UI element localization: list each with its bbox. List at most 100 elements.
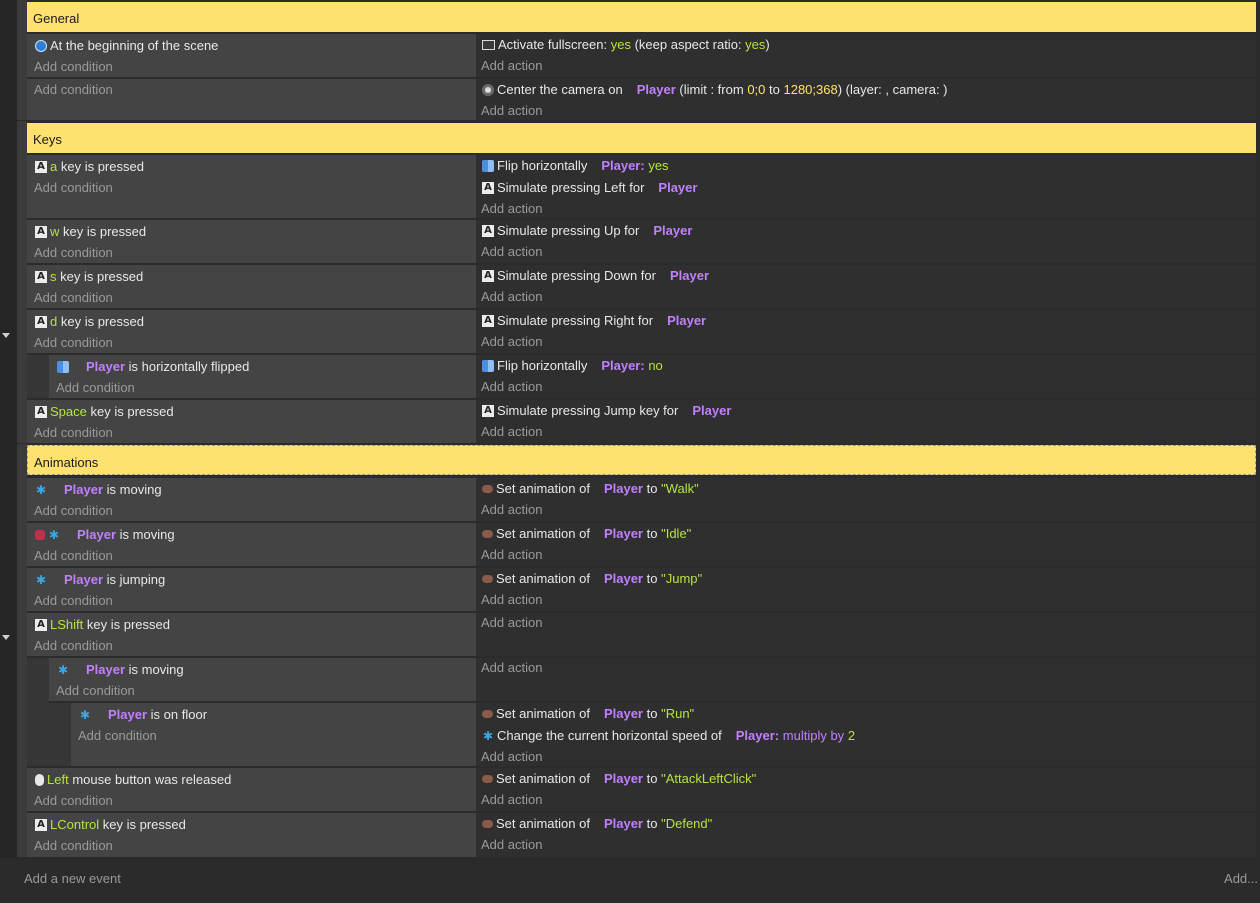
event-left-mouse[interactable]: Left mouse button was released Add condi… xyxy=(27,768,1256,811)
event-camera[interactable]: Add condition Center the camera on Player… xyxy=(27,79,1256,120)
actions-column: Add action xyxy=(476,613,1256,656)
add-action-link[interactable]: Add action xyxy=(481,103,542,119)
group-general[interactable]: General xyxy=(27,2,1256,32)
add-condition-link[interactable]: Add condition xyxy=(34,593,113,609)
add-action-link[interactable]: Add action xyxy=(481,660,542,676)
action-simulate-left[interactable]: A Simulate pressing Left for Player xyxy=(482,180,697,196)
action-simulate-down[interactable]: A Simulate pressing Down for Player xyxy=(482,268,709,284)
add-action-link[interactable]: Add action xyxy=(481,749,542,765)
conditions-column: ✱ Player is moving Add condition xyxy=(27,478,476,521)
action-simulate-right[interactable]: A Simulate pressing Right for Player xyxy=(482,313,706,329)
condition-key-s[interactable]: As key is pressed xyxy=(35,269,143,285)
event-key-lcontrol[interactable]: A LControl key is pressed Add condition S… xyxy=(27,813,1256,857)
action-set-animation[interactable]: Set animation of Player to "Defend" xyxy=(482,816,712,832)
group-strip xyxy=(17,121,27,443)
event-lshift-moving[interactable]: ✱ Player is moving Add condition Add acti… xyxy=(49,658,1256,701)
event-sheet-gutter xyxy=(0,0,17,858)
action-fullscreen[interactable]: Activate fullscreen: yes (keep aspect ra… xyxy=(482,37,770,53)
condition-moving[interactable]: ✱ Player is moving xyxy=(35,482,162,498)
actions-column: Set animation of Player to "AttackLeftCli… xyxy=(476,768,1256,811)
add-condition-link[interactable]: Add condition xyxy=(34,180,113,196)
action-flip[interactable]: Flip horizontally Player: yes xyxy=(482,158,669,174)
group-strip xyxy=(17,444,27,857)
add-new-event-link[interactable]: Add a new event xyxy=(24,871,121,886)
condition-key-w[interactable]: Aw key is pressed xyxy=(35,224,146,240)
add-condition-link[interactable]: Add condition xyxy=(34,548,113,564)
fold-arrow-icon[interactable] xyxy=(2,635,10,640)
condition-key-d[interactable]: Ad key is pressed xyxy=(35,314,144,330)
add-action-link[interactable]: Add action xyxy=(481,334,542,350)
condition-key-a[interactable]: Aa key is pressed xyxy=(35,159,144,175)
add-action-link[interactable]: Add action xyxy=(481,792,542,808)
event-key-a[interactable]: Aa key is pressed Add condition Flip hor… xyxy=(27,155,1256,218)
event-key-space[interactable]: A Space key is pressed Add condition A Sim… xyxy=(27,400,1256,443)
event-player-jumping[interactable]: ✱ Player is jumping Add condition Set ani… xyxy=(27,568,1256,611)
add-action-link[interactable]: Add action xyxy=(481,58,542,74)
event-key-s[interactable]: As key is pressed Add condition A Simulat… xyxy=(27,265,1256,308)
condition-key-space[interactable]: A Space key is pressed xyxy=(35,404,174,420)
event-key-d[interactable]: Ad key is pressed Add condition A Simulat… xyxy=(27,310,1256,353)
add-action-link[interactable]: Add action xyxy=(481,379,542,395)
action-set-animation[interactable]: Set animation of Player to "Run" xyxy=(482,706,694,722)
action-set-animation[interactable]: Set animation of Player to "Jump" xyxy=(482,571,702,587)
add-action-link[interactable]: Add action xyxy=(481,547,542,563)
condition-key-lshift[interactable]: A LShift key is pressed xyxy=(35,617,170,633)
add-condition-link[interactable]: Add condition xyxy=(34,290,113,306)
add-action-link[interactable]: Add action xyxy=(481,201,542,217)
animation-icon xyxy=(482,485,493,493)
scene-start-icon xyxy=(35,40,47,52)
condition-flipped[interactable]: Player is horizontally flipped xyxy=(57,359,249,375)
add-condition-link[interactable]: Add condition xyxy=(34,838,113,854)
key-icon: A xyxy=(482,182,494,194)
action-set-animation[interactable]: Set animation of Player to "AttackLeftCli… xyxy=(482,771,756,787)
add-menu-button[interactable]: Add... xyxy=(1224,871,1258,886)
add-action-link[interactable]: Add action xyxy=(481,837,542,853)
condition-not-moving[interactable]: ✱ Player is moving xyxy=(35,527,175,543)
condition-jumping[interactable]: ✱ Player is jumping xyxy=(35,572,165,588)
action-center-camera[interactable]: Center the camera on Player (limit : from… xyxy=(482,82,948,98)
group-animations[interactable]: Animations xyxy=(27,445,1256,475)
action-set-animation[interactable]: Set animation of Player to "Idle" xyxy=(482,526,691,542)
group-keys[interactable]: Keys xyxy=(27,123,1256,153)
event-player-not-moving[interactable]: ✱ Player is moving Add condition Set anim… xyxy=(27,523,1256,566)
condition-on-floor[interactable]: ✱ Player is on floor xyxy=(79,707,207,723)
actions-column: A Simulate pressing Up for Player Add acti… xyxy=(476,220,1256,263)
add-action-link[interactable]: Add action xyxy=(481,592,542,608)
action-simulate-up[interactable]: A Simulate pressing Up for Player xyxy=(482,223,692,239)
add-condition-link[interactable]: Add condition xyxy=(34,82,113,98)
add-action-link[interactable]: Add action xyxy=(481,502,542,518)
add-condition-link[interactable]: Add condition xyxy=(34,638,113,654)
add-condition-link[interactable]: Add condition xyxy=(34,335,113,351)
action-change-speed[interactable]: ✱ Change the current horizontal speed of P… xyxy=(482,728,855,744)
fold-arrow-icon[interactable] xyxy=(2,333,10,338)
action-flip[interactable]: Flip horizontally Player: no xyxy=(482,358,663,374)
add-condition-link[interactable]: Add condition xyxy=(34,425,113,441)
add-condition-link[interactable]: Add condition xyxy=(34,503,113,519)
conditions-column: Aw key is pressed Add condition xyxy=(27,220,476,263)
flip-icon xyxy=(482,360,494,372)
add-condition-link[interactable]: Add condition xyxy=(34,793,113,809)
action-simulate-jump[interactable]: A Simulate pressing Jump key for Player xyxy=(482,403,731,419)
condition-key-lcontrol[interactable]: A LControl key is pressed xyxy=(35,817,186,833)
add-condition-link[interactable]: Add condition xyxy=(78,728,157,744)
event-on-floor[interactable]: ✱ Player is on floor Add condition Set an… xyxy=(71,703,1256,766)
event-player-flipped[interactable]: Player is horizontally flipped Add condi… xyxy=(49,355,1256,398)
add-condition-link[interactable]: Add condition xyxy=(56,380,135,396)
key-icon: A xyxy=(35,619,47,631)
condition-scene-start[interactable]: At the beginning of the scene xyxy=(35,38,218,54)
event-scene-start[interactable]: At the beginning of the scene Add condit… xyxy=(27,34,1256,77)
event-player-moving[interactable]: ✱ Player is moving Add condition Set anim… xyxy=(27,478,1256,521)
condition-mouse-released[interactable]: Left mouse button was released xyxy=(35,772,231,788)
add-condition-link[interactable]: Add condition xyxy=(34,245,113,261)
actions-column: Set animation of Player to "Defend" Add a… xyxy=(476,813,1256,857)
add-action-link[interactable]: Add action xyxy=(481,424,542,440)
event-key-lshift[interactable]: A LShift key is pressed Add condition Add… xyxy=(27,613,1256,656)
add-action-link[interactable]: Add action xyxy=(481,615,542,631)
add-condition-link[interactable]: Add condition xyxy=(34,59,113,75)
condition-moving[interactable]: ✱ Player is moving xyxy=(57,662,184,678)
add-condition-link[interactable]: Add condition xyxy=(56,683,135,699)
add-action-link[interactable]: Add action xyxy=(481,289,542,305)
action-set-animation[interactable]: Set animation of Player to "Walk" xyxy=(482,481,699,497)
event-key-w[interactable]: Aw key is pressed Add condition A Simulat… xyxy=(27,220,1256,263)
add-action-link[interactable]: Add action xyxy=(481,244,542,260)
